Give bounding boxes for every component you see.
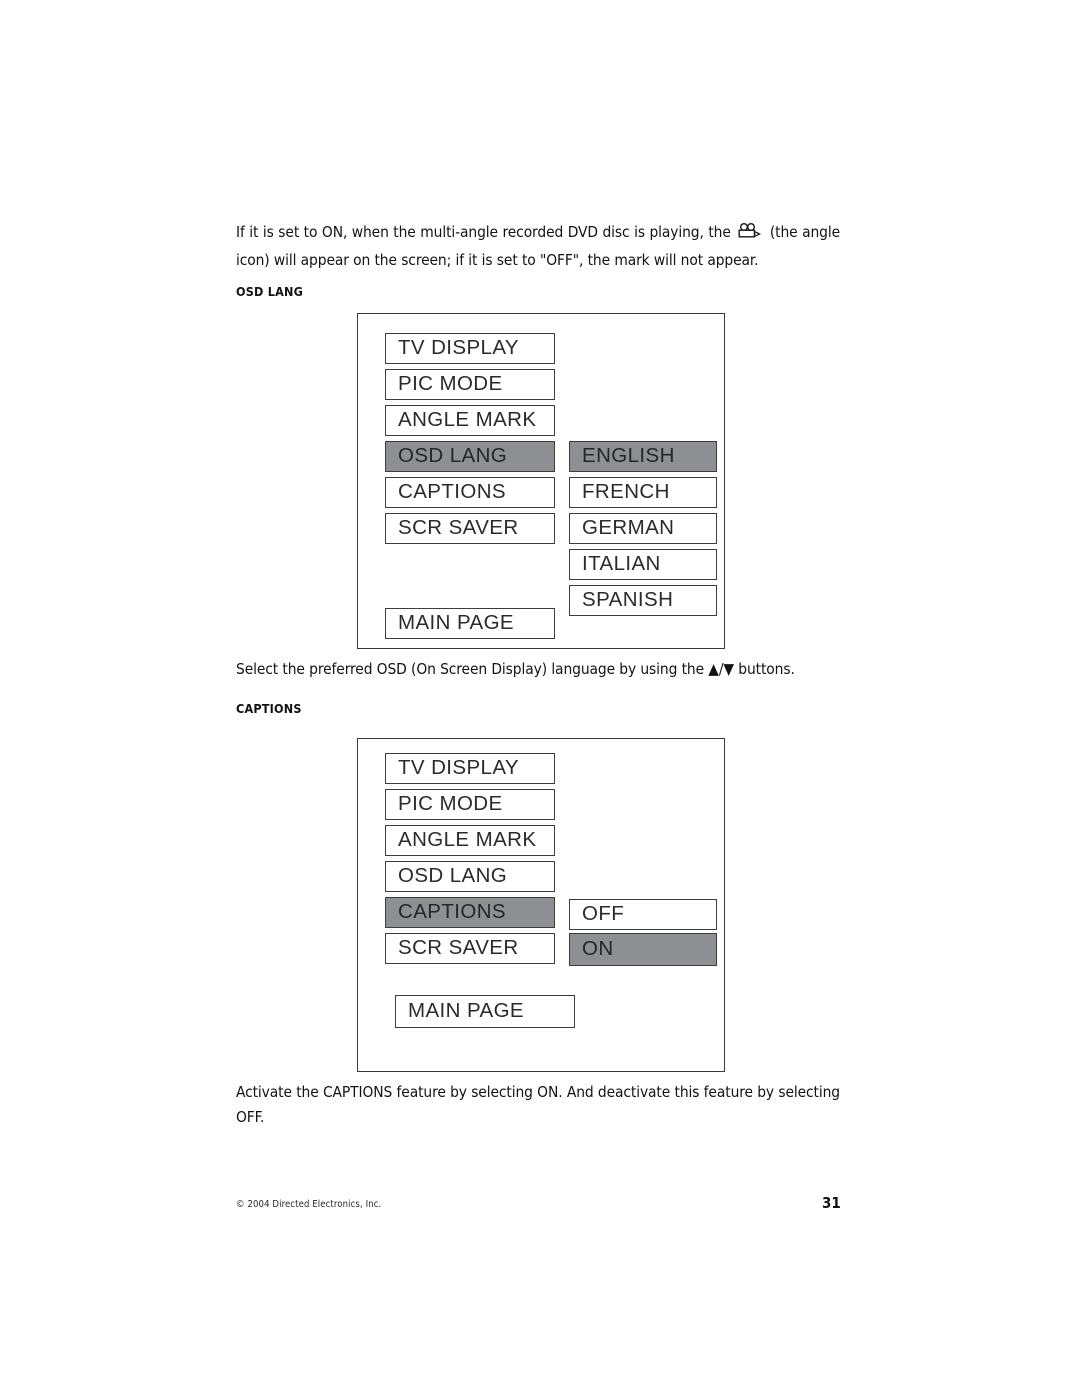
- menu-item-angle-mark-2[interactable]: ANGLE MARK: [385, 825, 555, 856]
- menu-item-main-page[interactable]: MAIN PAGE: [385, 608, 555, 639]
- menu-item-captions-2[interactable]: CAPTIONS: [385, 897, 555, 928]
- menu-item-scr-saver[interactable]: SCR SAVER: [385, 513, 555, 544]
- intro-paragraph: If it is set to ON, when the multi-angle…: [236, 220, 840, 273]
- submenu-option-on[interactable]: ON: [569, 933, 717, 966]
- caption-captions: Activate the CAPTIONS feature by selecti…: [236, 1083, 840, 1126]
- manual-page: If it is set to ON, when the multi-angle…: [0, 0, 1080, 1397]
- intro-text-before-icon: If it is set to ON, when the multi-angle…: [236, 223, 731, 241]
- osd-menu-diagram-2: TV DISPLAY PIC MODE ANGLE MARK OSD LANG …: [357, 738, 725, 1072]
- section-heading-captions: CAPTIONS: [236, 701, 302, 716]
- menu-item-tv-display[interactable]: TV DISPLAY: [385, 333, 555, 364]
- menu-item-main-page-2[interactable]: MAIN PAGE: [395, 995, 575, 1028]
- page-number: 31: [822, 1194, 841, 1212]
- menu-item-osd-lang-2[interactable]: OSD LANG: [385, 861, 555, 892]
- submenu-option-german[interactable]: GERMAN: [569, 513, 717, 544]
- section-heading-osd-lang: OSD LANG: [236, 284, 304, 299]
- menu-item-pic-mode[interactable]: PIC MODE: [385, 369, 555, 400]
- submenu-option-italian[interactable]: ITALIAN: [569, 549, 717, 580]
- submenu-option-french[interactable]: FRENCH: [569, 477, 717, 508]
- movie-camera-angle-icon: [737, 223, 763, 248]
- menu-item-scr-saver-2[interactable]: SCR SAVER: [385, 933, 555, 964]
- caption-osd-lang: Select the preferred OSD (On Screen Disp…: [236, 660, 795, 678]
- osd-menu-diagram-1: TV DISPLAY PIC MODE ANGLE MARK OSD LANG …: [357, 313, 725, 649]
- submenu-option-off[interactable]: OFF: [569, 899, 717, 930]
- submenu-option-english[interactable]: ENGLISH: [569, 441, 717, 472]
- footer-copyright: © 2004 Directed Electronics, Inc.: [236, 1199, 382, 1210]
- menu-item-osd-lang[interactable]: OSD LANG: [385, 441, 555, 472]
- menu-item-captions[interactable]: CAPTIONS: [385, 477, 555, 508]
- menu-item-tv-display-2[interactable]: TV DISPLAY: [385, 753, 555, 784]
- menu-item-pic-mode-2[interactable]: PIC MODE: [385, 789, 555, 820]
- menu-item-angle-mark[interactable]: ANGLE MARK: [385, 405, 555, 436]
- submenu-option-spanish[interactable]: SPANISH: [569, 585, 717, 616]
